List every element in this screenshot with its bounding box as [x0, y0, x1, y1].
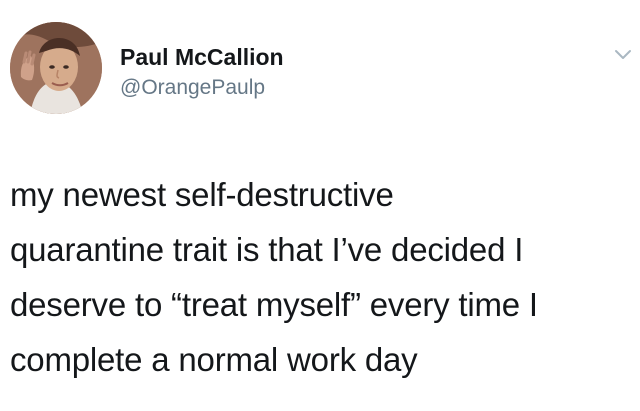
tweet-text-line: quarantine trait is that I’ve decided I [10, 231, 524, 268]
tweet-text-line: my newest self-destructive [10, 176, 394, 213]
tweet-author: Paul McCallion @OrangePaulp [120, 44, 284, 102]
tweet-text: my newest self-destructive quarantine tr… [10, 167, 632, 387]
author-display-name[interactable]: Paul McCallion [120, 44, 284, 70]
tweet-card: Paul McCallion @OrangePaulp my newest se… [0, 0, 640, 411]
tweet-text-line: complete a normal work day [10, 341, 418, 378]
chevron-down-icon[interactable] [614, 48, 632, 62]
avatar[interactable] [10, 22, 102, 114]
tweet-text-line: deserve to “treat myself” every time I [10, 286, 538, 323]
author-handle[interactable]: @OrangePaulp [120, 74, 284, 102]
